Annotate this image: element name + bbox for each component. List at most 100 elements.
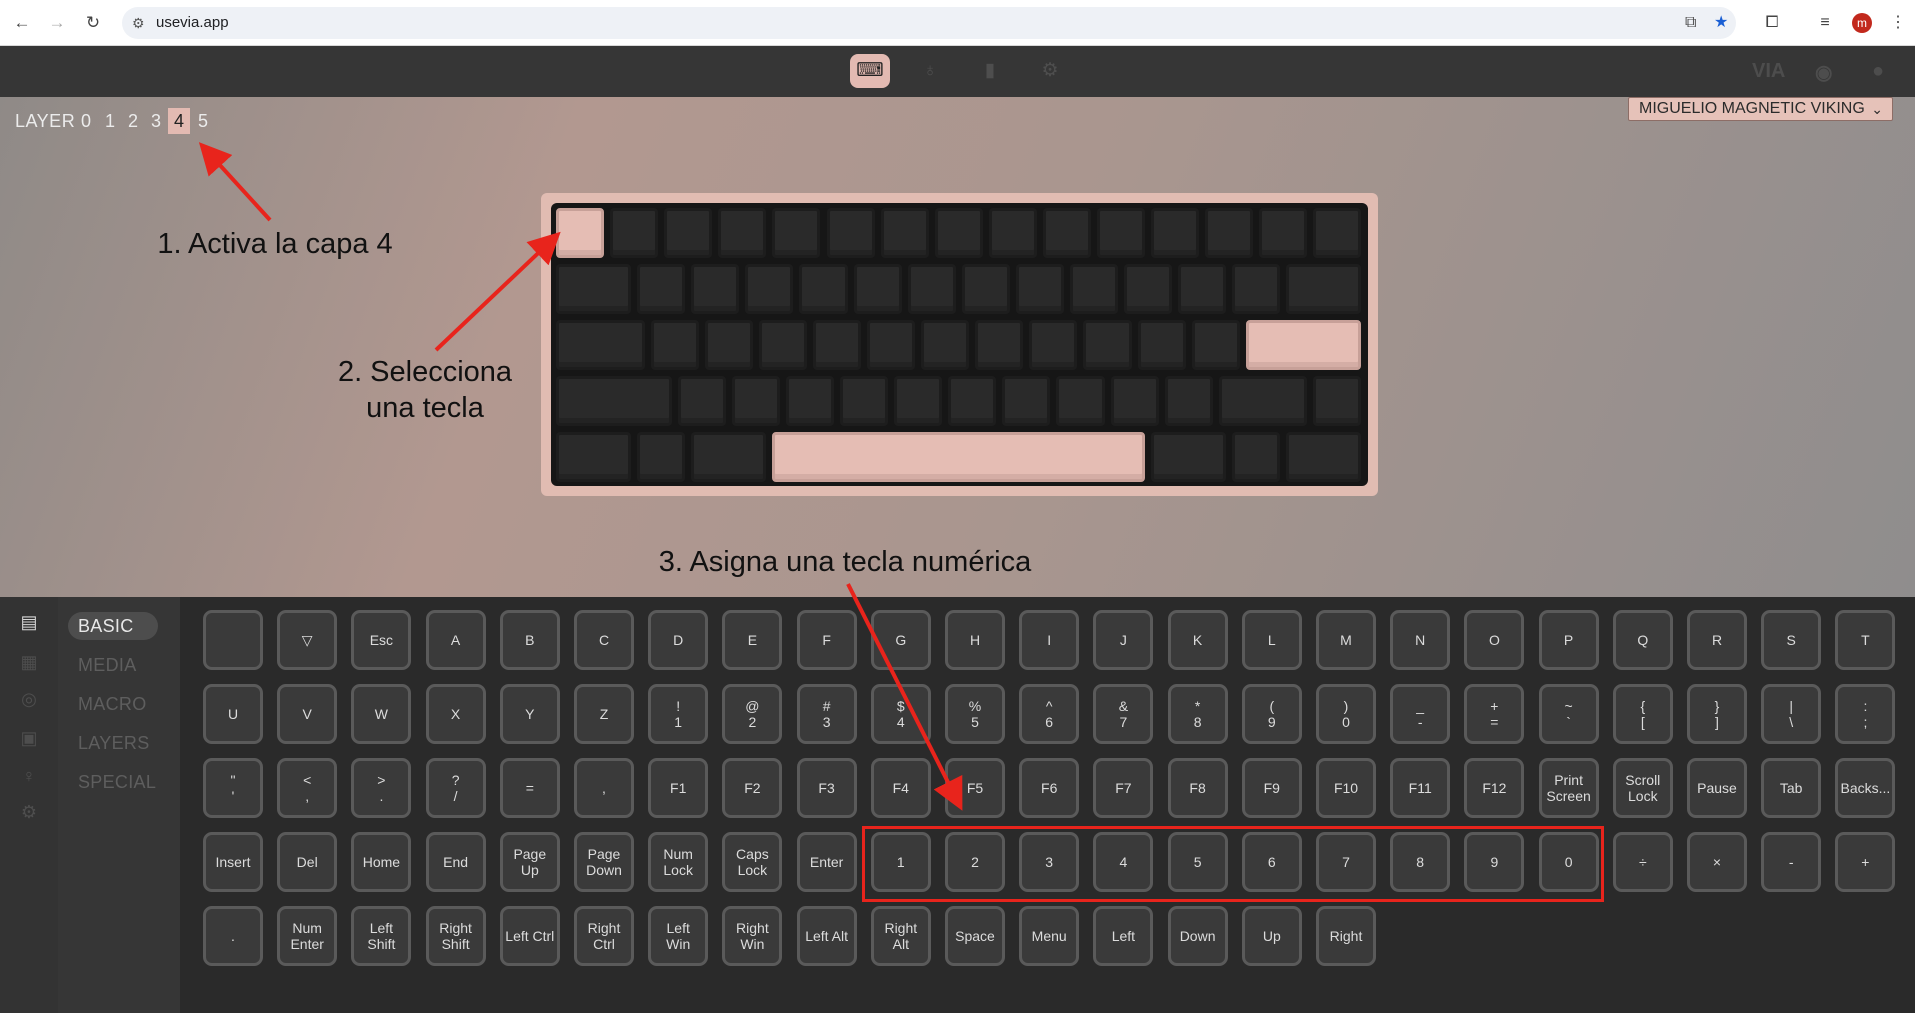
- keycode-button[interactable]: } ]: [1687, 684, 1747, 744]
- keycode-button[interactable]: Left Shift: [351, 906, 412, 966]
- keycode-button[interactable]: Right Shift: [425, 906, 486, 966]
- keyboard-key[interactable]: [1056, 376, 1105, 426]
- keycode-button[interactable]: F5: [945, 758, 1005, 818]
- bulb-icon[interactable]: ♀: [18, 765, 40, 787]
- save-icon[interactable]: ▣: [18, 727, 40, 749]
- keycode-button[interactable]: F11: [1390, 758, 1451, 818]
- keyboard-key[interactable]: [948, 376, 997, 426]
- keycode-button[interactable]: Del: [277, 832, 338, 892]
- keyboard-key[interactable]: [1286, 264, 1362, 314]
- keyboard-key[interactable]: [1015, 264, 1064, 314]
- layer-2-button[interactable]: 2: [123, 108, 143, 134]
- keyboard-key[interactable]: [1151, 208, 1200, 258]
- keycode-button[interactable]: { [: [1612, 684, 1673, 744]
- keycode-button[interactable]: Up: [1241, 906, 1302, 966]
- keycode-button[interactable]: ^ 6: [1019, 684, 1080, 744]
- keyboard-key[interactable]: [961, 264, 1010, 314]
- keycode-button[interactable]: S: [1761, 610, 1822, 670]
- keycode-button[interactable]: ~ `: [1538, 684, 1599, 744]
- keycode-button[interactable]: ) 0: [1316, 684, 1376, 744]
- keycode-button[interactable]: T: [1835, 610, 1896, 670]
- keycode-button[interactable]: V: [277, 684, 338, 744]
- keycode-button[interactable]: Backs...: [1835, 758, 1896, 818]
- layer-5-button[interactable]: 5: [193, 108, 213, 134]
- keycode-button[interactable]: ,: [574, 758, 634, 818]
- keyboard-key[interactable]: [1124, 264, 1173, 314]
- discord-icon[interactable]: ◉: [1815, 60, 1832, 85]
- keycode-button[interactable]: _ -: [1390, 684, 1451, 744]
- keycode-button[interactable]: Y: [499, 684, 560, 744]
- keyboard-key[interactable]: [1313, 208, 1362, 258]
- keycode-button[interactable]: B: [499, 610, 560, 670]
- keyboard-key[interactable]: [1205, 208, 1254, 258]
- keycode-button[interactable]: * 8: [1167, 684, 1228, 744]
- keycode-button[interactable]: F7: [1093, 758, 1154, 818]
- keycode-button[interactable]: K: [1167, 610, 1228, 670]
- keyboard-key[interactable]: [867, 320, 916, 370]
- keycode-button[interactable]: F9: [1241, 758, 1302, 818]
- keycode-button[interactable]: | \: [1761, 684, 1822, 744]
- keycode-button[interactable]: Left Ctrl: [499, 906, 560, 966]
- keyboard-key[interactable]: [650, 320, 699, 370]
- keycode-button[interactable]: L: [1241, 610, 1302, 670]
- keycode-button[interactable]: [203, 610, 263, 670]
- dashboard-icon[interactable]: ▦: [18, 651, 40, 673]
- keycode-button[interactable]: Right Ctrl: [574, 906, 634, 966]
- keycode-button[interactable]: =: [499, 758, 560, 818]
- keyboard-key[interactable]: [1313, 376, 1362, 426]
- keyboard-key[interactable]: [556, 264, 632, 314]
- keycode-button[interactable]: Left Alt: [796, 906, 857, 966]
- keycode-button[interactable]: Z: [574, 684, 634, 744]
- site-settings-icon[interactable]: ⚙: [132, 12, 145, 34]
- keyboard-key[interactable]: [1069, 264, 1119, 314]
- layer-4-button[interactable]: 4: [168, 108, 190, 134]
- keycode-button[interactable]: C: [574, 610, 634, 670]
- bookmark-star-icon[interactable]: ★: [1714, 12, 1728, 34]
- keyboard-key[interactable]: [826, 208, 875, 258]
- layer-1-button[interactable]: 1: [100, 108, 120, 134]
- keycode-button[interactable]: -: [1761, 832, 1822, 892]
- keyboard-key[interactable]: [772, 208, 821, 258]
- keyboard-key[interactable]: [556, 432, 632, 482]
- keycode-button[interactable]: < ,: [277, 758, 338, 818]
- profile-avatar[interactable]: m: [1852, 13, 1872, 33]
- keycode-button[interactable]: End: [425, 832, 486, 892]
- keycode-button[interactable]: Menu: [1019, 906, 1080, 966]
- keyboard-key[interactable]: [799, 264, 848, 314]
- keyboard-key[interactable]: [772, 432, 1146, 482]
- keyboard-key[interactable]: [677, 376, 726, 426]
- keyboard-key[interactable]: [840, 376, 889, 426]
- keycode-button[interactable]: H: [945, 610, 1005, 670]
- via-logo[interactable]: VIA: [1752, 60, 1785, 83]
- keycode-button[interactable]: Scroll Lock: [1612, 758, 1673, 818]
- keycode-button[interactable]: J: [1093, 610, 1154, 670]
- keyboard-key[interactable]: [1029, 320, 1078, 370]
- keycode-button[interactable]: + =: [1464, 684, 1525, 744]
- keycode-button[interactable]: F12: [1464, 758, 1525, 818]
- keycode-button[interactable]: I: [1019, 610, 1080, 670]
- keyboard-key[interactable]: [1097, 208, 1146, 258]
- category-special[interactable]: SPECIAL: [68, 768, 158, 796]
- keycode-button[interactable]: R: [1687, 610, 1747, 670]
- keycode-button[interactable]: " ': [203, 758, 263, 818]
- keycode-button[interactable]: F8: [1167, 758, 1228, 818]
- keycode-button[interactable]: Left: [1093, 906, 1154, 966]
- keyboard-key[interactable]: [1245, 320, 1362, 370]
- keycode-button[interactable]: .: [203, 906, 263, 966]
- keycode-button[interactable]: ÷: [1612, 832, 1673, 892]
- keyboard-key[interactable]: [664, 208, 713, 258]
- keycode-button[interactable]: Space: [945, 906, 1005, 966]
- keyboard-key[interactable]: [880, 208, 929, 258]
- category-media[interactable]: MEDIA: [68, 651, 158, 679]
- arrow-left-icon[interactable]: ←: [10, 11, 34, 35]
- keycode-button[interactable]: Q: [1612, 610, 1673, 670]
- keyboard-key[interactable]: [637, 432, 686, 482]
- keyboard-key[interactable]: [1218, 376, 1308, 426]
- keycode-button[interactable]: # 3: [796, 684, 857, 744]
- keyboard-key[interactable]: [853, 264, 902, 314]
- keycode-button[interactable]: $ 4: [870, 684, 931, 744]
- brush-icon[interactable]: ▮: [970, 54, 1010, 88]
- keyboard-key[interactable]: [1191, 320, 1240, 370]
- keyboard-key[interactable]: [556, 320, 645, 370]
- keycode-button[interactable]: Print Screen: [1538, 758, 1599, 818]
